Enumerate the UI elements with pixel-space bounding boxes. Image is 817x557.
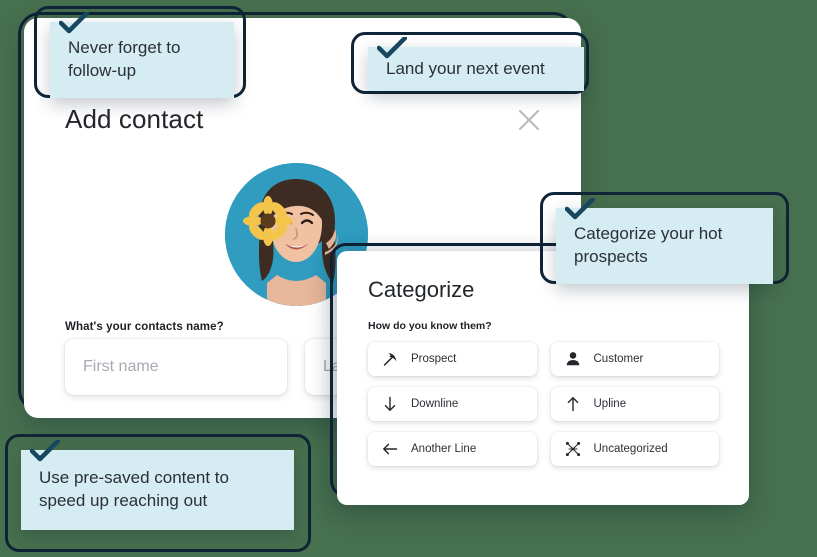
category-option-label: Downline (411, 398, 459, 410)
person-icon (563, 349, 583, 369)
close-icon[interactable] (515, 106, 543, 134)
callout-text: Land your next event (386, 58, 545, 78)
callout-next-event: Land your next event (368, 37, 584, 91)
callout-hot-prospects: Categorize your hot prospects (556, 198, 773, 284)
network-scatter-icon (563, 439, 583, 459)
arrow-down-icon (380, 394, 400, 414)
checkmark-icon (565, 198, 595, 220)
category-option-label: Upline (593, 398, 627, 410)
categorize-window: Categorize How do you know them? Prospec… (337, 251, 749, 505)
arrow-up-icon (563, 394, 583, 414)
callout-text: Never forget to follow-up (68, 38, 181, 80)
category-option-label: Prospect (411, 353, 457, 365)
category-option-downline[interactable]: Downline (368, 387, 537, 421)
category-option-uncategorized[interactable]: Uncategorized (550, 432, 719, 466)
category-option-another-line[interactable]: Another Line (368, 432, 537, 466)
checkmark-icon (377, 37, 407, 59)
callout-text: Use pre-saved content to speed up reachi… (39, 468, 229, 510)
categorize-title: Categorize (368, 277, 475, 302)
callout-text: Categorize your hot prospects (574, 224, 723, 266)
categorize-subtitle: How do you know them? (368, 320, 492, 332)
category-option-label: Another Line (411, 443, 477, 455)
callout-follow-up: Never forget to follow-up (50, 12, 234, 98)
category-option-label: Uncategorized (593, 443, 668, 455)
category-option-prospect[interactable]: Prospect (368, 342, 537, 376)
category-option-upline[interactable]: Upline (550, 387, 719, 421)
contact-name-label: What's your contacts name? (65, 321, 224, 333)
arrow-left-icon (380, 439, 400, 459)
screenshot-stage: Add contact What's your contacts name? F… (0, 0, 817, 557)
category-option-label: Customer (593, 353, 644, 365)
category-option-customer[interactable]: Customer (550, 342, 719, 376)
pickaxe-icon (380, 349, 400, 369)
first-name-input[interactable] (65, 339, 287, 395)
page-title: Add contact (65, 104, 204, 134)
callout-pre-saved-content: Use pre-saved content to speed up reachi… (21, 440, 294, 530)
checkmark-icon (59, 12, 89, 34)
checkmark-icon (30, 440, 60, 462)
categorize-options-grid: Prospect Customer Downline Upline Anothe… (368, 342, 719, 466)
